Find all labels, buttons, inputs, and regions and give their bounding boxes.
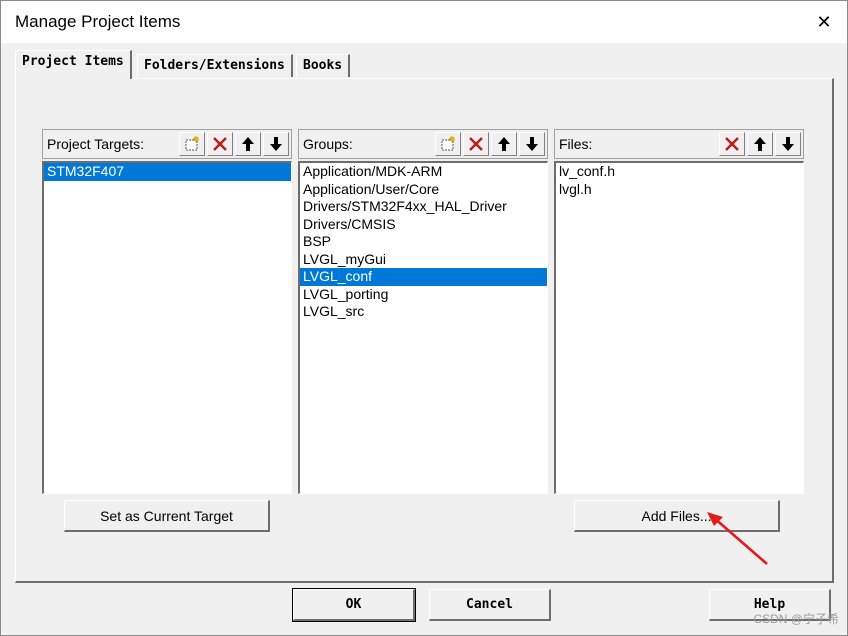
files-list[interactable]: lv_conf.h lvgl.h xyxy=(554,161,804,494)
project-items-panel: Project Targets: STM32F407 Groups: Appli… xyxy=(15,78,834,583)
ok-button[interactable]: OK xyxy=(292,588,416,622)
delete-group-button[interactable] xyxy=(463,132,489,156)
new-target-button[interactable] xyxy=(179,132,205,156)
move-up-icon xyxy=(754,137,766,151)
files-pane: Files: lv_conf.h lvgl.h xyxy=(554,129,804,494)
groups-header: Groups: xyxy=(298,129,548,159)
delete-file-button[interactable] xyxy=(719,132,745,156)
groups-pane: Groups: Application/MDK-ARM Application/… xyxy=(298,129,548,494)
move-target-down-button[interactable] xyxy=(263,132,289,156)
title-bar: Manage Project Items ✕ xyxy=(1,1,847,43)
files-toolbar xyxy=(717,132,801,156)
list-item[interactable]: LVGL_porting xyxy=(300,286,547,304)
cancel-button[interactable]: Cancel xyxy=(429,589,551,621)
list-item[interactable]: lv_conf.h xyxy=(556,163,803,181)
list-item[interactable]: LVGL_conf xyxy=(300,268,547,286)
move-up-icon xyxy=(498,137,510,151)
manage-project-items-dialog: Manage Project Items ✕ Folders/Extension… xyxy=(0,0,848,636)
list-item[interactable]: STM32F407 xyxy=(44,163,291,181)
watermark: CSDN @宁子希 xyxy=(753,612,839,626)
delete-icon xyxy=(213,137,227,151)
move-group-down-button[interactable] xyxy=(519,132,545,156)
delete-target-button[interactable] xyxy=(207,132,233,156)
move-down-icon xyxy=(526,137,538,151)
list-item[interactable]: Application/MDK-ARM xyxy=(300,163,547,181)
annotation-arrow xyxy=(707,512,768,565)
set-as-current-target-button[interactable]: Set as Current Target xyxy=(64,500,270,532)
list-item[interactable]: LVGL_src xyxy=(300,303,547,321)
move-file-up-button[interactable] xyxy=(747,132,773,156)
list-item[interactable]: Drivers/STM32F4xx_HAL_Driver xyxy=(300,198,547,216)
move-down-icon xyxy=(782,137,794,151)
move-up-icon xyxy=(242,137,254,151)
files-label: Files: xyxy=(559,136,593,152)
list-item[interactable]: lvgl.h xyxy=(556,181,803,199)
move-down-icon xyxy=(270,137,282,151)
delete-icon xyxy=(469,137,483,151)
new-icon xyxy=(185,136,199,151)
list-item[interactable]: Application/User/Core xyxy=(300,181,547,199)
move-target-up-button[interactable] xyxy=(235,132,261,156)
close-icon: ✕ xyxy=(816,11,832,32)
close-button[interactable]: ✕ xyxy=(801,1,847,43)
tab-folders-extensions[interactable]: Folders/Extensions xyxy=(137,54,293,77)
tab-project-items[interactable]: Project Items xyxy=(15,50,132,79)
list-item[interactable]: Drivers/CMSIS xyxy=(300,216,547,234)
new-group-button[interactable] xyxy=(435,132,461,156)
move-file-down-button[interactable] xyxy=(775,132,801,156)
tab-books[interactable]: Books xyxy=(296,54,351,77)
project-targets-label: Project Targets: xyxy=(47,136,145,152)
delete-icon xyxy=(725,137,739,151)
move-group-up-button[interactable] xyxy=(491,132,517,156)
project-targets-header: Project Targets: xyxy=(42,129,292,159)
project-targets-toolbar xyxy=(177,132,289,156)
list-item[interactable]: BSP xyxy=(300,233,547,251)
list-item[interactable]: LVGL_myGui xyxy=(300,251,547,269)
project-targets-pane: Project Targets: STM32F407 xyxy=(42,129,292,494)
files-header: Files: xyxy=(554,129,804,159)
new-icon xyxy=(441,136,455,151)
groups-label: Groups: xyxy=(303,136,353,152)
tab-strip: Folders/Extensions Books Project Items xyxy=(15,50,835,80)
groups-list[interactable]: Application/MDK-ARM Application/User/Cor… xyxy=(298,161,548,494)
window-title: Manage Project Items xyxy=(15,12,181,31)
groups-toolbar xyxy=(433,132,545,156)
project-targets-list[interactable]: STM32F407 xyxy=(42,161,292,494)
